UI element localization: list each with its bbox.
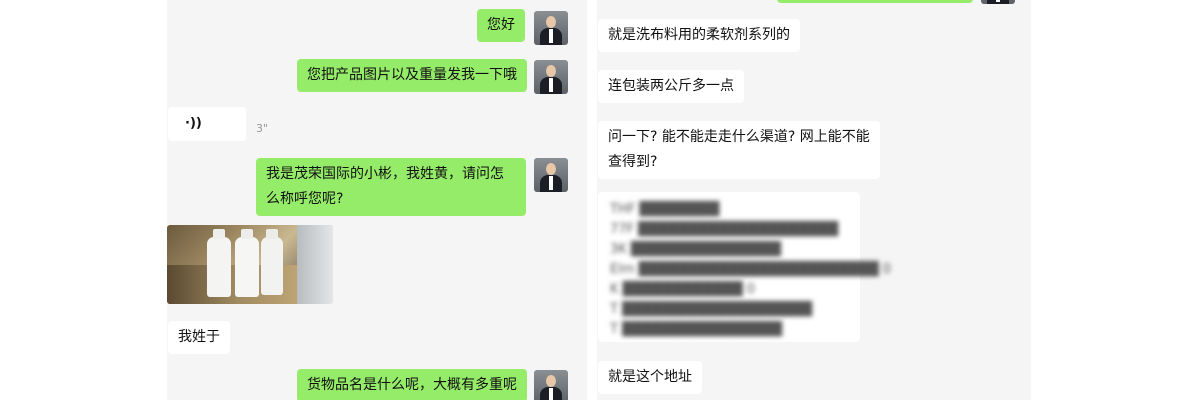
address-line: T ███████████████████ <box>610 302 813 317</box>
sent-message-introduction[interactable]: 我是茂荣国际的小彬，我姓黄，请问怎么称呼您呢? <box>256 158 526 216</box>
user-avatar[interactable] <box>534 60 568 94</box>
address-line: K ████████████ 0 <box>610 282 756 297</box>
sent-message-goods-question[interactable]: 货物品名是什么呢，大概有多重呢 <box>297 369 527 400</box>
address-line: THF ████████ <box>610 202 720 217</box>
user-avatar[interactable] <box>534 370 568 400</box>
right-chat-panel: 就是洗布料用的柔软剂系列的 连包装两公斤多一点 问一下? 能不能走走什么渠道? … <box>597 0 1031 400</box>
left-chat-panel: 您好 您把产品图片以及重量发我一下哦 ·)) 3" 我是茂荣国际的小彬，我姓黄，… <box>167 0 587 400</box>
voice-wave-icon: ·)) <box>185 116 202 131</box>
received-message-name[interactable]: 我姓于 <box>168 321 230 354</box>
sent-message-partial[interactable] <box>777 0 973 3</box>
received-message-address[interactable]: 就是这个地址 <box>598 361 702 394</box>
product-photo[interactable] <box>167 225 333 304</box>
address-line: Elm ████████████████████████ 0 <box>610 262 891 277</box>
user-avatar[interactable] <box>534 158 568 192</box>
sent-message-greeting[interactable]: 您好 <box>477 9 525 42</box>
voice-duration: 3" <box>256 122 269 135</box>
received-message-weight[interactable]: 连包装两公斤多一点 <box>598 70 744 103</box>
user-avatar[interactable] <box>534 11 568 45</box>
blurred-address-image[interactable]: THF ████████ 77F ████████████████████ 3K… <box>598 192 891 342</box>
user-avatar[interactable] <box>981 0 1015 4</box>
address-line: 3K ███████████████ <box>610 242 781 257</box>
address-line: 77F ████████████████████ <box>610 222 839 237</box>
received-message-product-type[interactable]: 就是洗布料用的柔软剂系列的 <box>598 19 800 52</box>
received-message-channel-question[interactable]: 问一下? 能不能走走什么渠道? 网上能不能查得到? <box>598 121 880 179</box>
voice-message[interactable]: ·)) <box>168 107 246 141</box>
sent-message-request-photos[interactable]: 您把产品图片以及重量发我一下哦 <box>297 59 527 92</box>
address-line: T ████████████████ <box>610 322 783 337</box>
